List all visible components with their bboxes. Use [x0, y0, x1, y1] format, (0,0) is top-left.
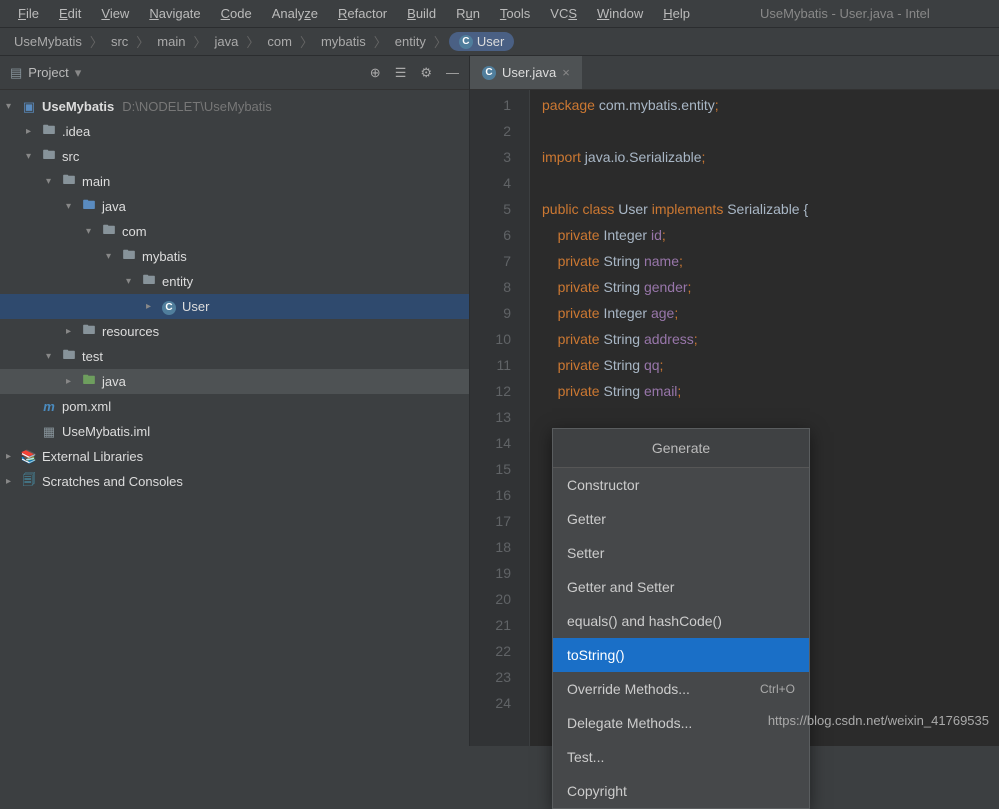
popup-title: Generate	[553, 429, 809, 468]
package-icon: 🖿	[100, 221, 118, 243]
menu-code[interactable]: Code	[211, 2, 262, 25]
tree-main[interactable]: ▾🖿main	[0, 169, 469, 194]
popup-item[interactable]: Getter	[553, 502, 809, 536]
editor-tabs: C User.java ×	[470, 56, 999, 90]
collapse-icon[interactable]: ☰	[395, 65, 407, 81]
watermark: https://blog.csdn.net/weixin_41769535	[768, 713, 989, 728]
project-title[interactable]: Project	[28, 65, 68, 80]
module-icon: ▣	[20, 99, 38, 115]
popup-item[interactable]: Copyright	[553, 774, 809, 808]
tree-scratches[interactable]: ▸🗐Scratches and Consoles	[0, 469, 469, 494]
package-icon: 🖿	[120, 246, 138, 268]
resources-icon: 🖿	[80, 321, 98, 343]
gear-icon[interactable]: ⚙	[420, 65, 432, 81]
crumb[interactable]: mybatis	[315, 32, 372, 51]
menu-view[interactable]: View	[91, 2, 139, 25]
iml-icon: ▦	[40, 424, 58, 440]
class-icon: C	[482, 66, 496, 80]
window-title: UseMybatis - User.java - Intel	[760, 6, 930, 21]
package-icon: 🖿	[140, 271, 158, 293]
menu-file[interactable]: File	[8, 2, 49, 25]
library-icon: 📚	[20, 449, 38, 465]
tree-com[interactable]: ▾🖿com	[0, 219, 469, 244]
tree-src[interactable]: ▾🖿src	[0, 144, 469, 169]
hide-icon[interactable]: —	[446, 65, 459, 81]
maven-icon: m	[40, 399, 58, 414]
tree-java[interactable]: ▾🖿java	[0, 194, 469, 219]
tree-entity[interactable]: ▾🖿entity	[0, 269, 469, 294]
menu-analyze[interactable]: Analyze	[262, 2, 328, 25]
tree-iml[interactable]: ▦UseMybatis.iml	[0, 419, 469, 444]
menu-vcs[interactable]: VCS	[540, 2, 587, 25]
class-icon: C	[459, 35, 473, 49]
crumb[interactable]: entity	[389, 32, 432, 51]
tree-test[interactable]: ▾🖿test	[0, 344, 469, 369]
menu-refactor[interactable]: Refactor	[328, 2, 397, 25]
menu-window[interactable]: Window	[587, 2, 653, 25]
tree-pom[interactable]: mpom.xml	[0, 394, 469, 419]
menubar: File Edit View Navigate Code Analyze Ref…	[0, 0, 999, 28]
folder-icon: 🖿	[40, 121, 58, 143]
popup-item[interactable]: Test...	[553, 740, 809, 774]
project-tab-icon: ▤	[10, 65, 22, 81]
menu-edit[interactable]: Edit	[49, 2, 91, 25]
popup-item[interactable]: toString()	[553, 638, 809, 672]
project-tool-window: ▤ Project ▾ ⊕ ☰ ⚙ — ▾▣UseMybatisD:\NODEL…	[0, 56, 470, 746]
gutter: 123456789101112131415161718192021222324	[470, 90, 530, 746]
popup-item[interactable]: Override Methods...Ctrl+O	[553, 672, 809, 706]
popup-item[interactable]: Constructor	[553, 468, 809, 502]
menu-build[interactable]: Build	[397, 2, 446, 25]
folder-icon: 🖿	[60, 346, 78, 368]
popup-item[interactable]: Setter	[553, 536, 809, 570]
source-folder-icon: 🖿	[80, 196, 98, 218]
menu-navigate[interactable]: Navigate	[139, 2, 210, 25]
class-icon: C	[160, 298, 178, 315]
crumb[interactable]: UseMybatis	[8, 32, 88, 51]
folder-icon: 🖿	[60, 171, 78, 193]
tab-label: User.java	[502, 65, 556, 80]
crumb-active[interactable]: CUser	[449, 32, 514, 51]
tree-user[interactable]: ▸CUser	[0, 294, 469, 319]
menu-help[interactable]: Help	[653, 2, 700, 25]
popup-item[interactable]: equals() and hashCode()	[553, 604, 809, 638]
close-icon[interactable]: ×	[562, 65, 570, 80]
scratches-icon: 🗐	[20, 471, 38, 493]
crumb[interactable]: java	[209, 32, 245, 51]
crumb[interactable]: com	[261, 32, 298, 51]
editor-tab-user[interactable]: C User.java ×	[470, 56, 582, 89]
menu-tools[interactable]: Tools	[490, 2, 540, 25]
project-tree[interactable]: ▾▣UseMybatisD:\NODELET\UseMybatis ▸🖿.ide…	[0, 90, 469, 746]
tree-test-java[interactable]: ▸🖿java	[0, 369, 469, 394]
dropdown-icon[interactable]: ▾	[75, 65, 82, 81]
breadcrumb: UseMybatis〉 src〉 main〉 java〉 com〉 mybati…	[0, 28, 999, 56]
tree-idea[interactable]: ▸🖿.idea	[0, 119, 469, 144]
target-icon[interactable]: ⊕	[370, 65, 381, 81]
tree-mybatis[interactable]: ▾🖿mybatis	[0, 244, 469, 269]
menu-run[interactable]: Run	[446, 2, 490, 25]
popup-item[interactable]: Getter and Setter	[553, 570, 809, 604]
folder-icon: 🖿	[40, 146, 58, 168]
code-editor[interactable]: 123456789101112131415161718192021222324 …	[470, 90, 999, 746]
editor-pane: C User.java × 12345678910111213141516171…	[470, 56, 999, 746]
tree-external[interactable]: ▸📚External Libraries	[0, 444, 469, 469]
tree-root[interactable]: ▾▣UseMybatisD:\NODELET\UseMybatis	[0, 94, 469, 119]
generate-popup: Generate ConstructorGetterSetterGetter a…	[552, 428, 810, 809]
test-folder-icon: 🖿	[80, 371, 98, 393]
crumb[interactable]: main	[151, 32, 191, 51]
tree-resources[interactable]: ▸🖿resources	[0, 319, 469, 344]
crumb[interactable]: src	[105, 32, 134, 51]
